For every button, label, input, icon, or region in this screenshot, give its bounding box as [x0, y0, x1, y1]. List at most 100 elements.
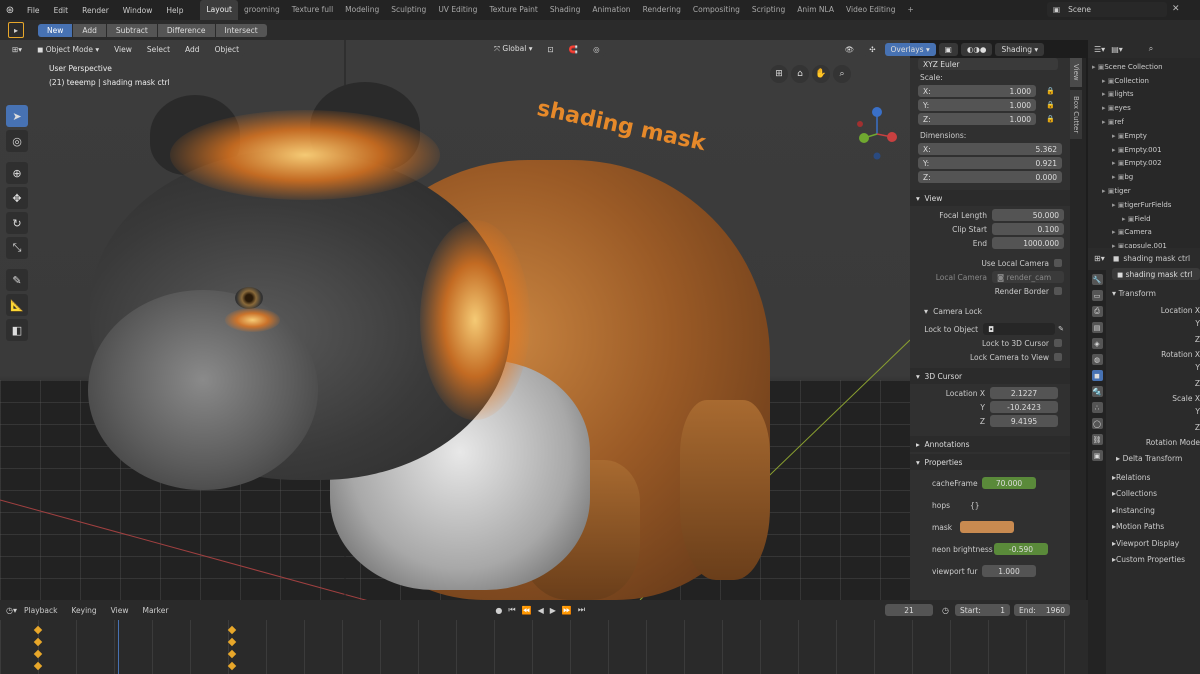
menu-render[interactable]: Render	[75, 6, 116, 15]
workspace-tab-texture-paint[interactable]: Texture Paint	[483, 0, 543, 20]
lock-to-3d-cursor-checkbox[interactable]	[1054, 339, 1062, 347]
dimensions-z-field[interactable]: Z: 0.000	[918, 171, 1062, 183]
properties-panel-header[interactable]: ▾ Properties	[910, 454, 1070, 470]
mode-intersect-button[interactable]: Intersect	[215, 23, 267, 37]
camera-view-icon[interactable]: ⌂	[791, 65, 809, 83]
transform-field-label[interactable]: Scale X	[1172, 394, 1200, 403]
property-section-header[interactable]: ▸ Custom Properties	[1112, 552, 1200, 569]
transform-field-label[interactable]: Y	[1195, 363, 1200, 372]
outliner-item[interactable]: ▸ ▣ bg	[1092, 170, 1200, 184]
end-frame-field[interactable]: End: 1960	[1014, 604, 1070, 616]
start-frame-field[interactable]: Start: 1	[955, 604, 1010, 616]
eyedropper-icon[interactable]: ✎	[1058, 325, 1064, 333]
outliner-item[interactable]: ▸ ▣ eyes	[1092, 101, 1200, 115]
workspace-tab-layout[interactable]: Layout	[200, 0, 238, 20]
pivot-icon[interactable]: ⊡	[541, 42, 560, 56]
viewport-fur-field[interactable]: 1.000	[982, 565, 1036, 577]
transform-field-label[interactable]: Location X	[1161, 306, 1200, 315]
play-icon[interactable]: ▶	[550, 606, 556, 615]
render-border-checkbox[interactable]	[1054, 287, 1062, 295]
xray-icon[interactable]: ▣	[938, 42, 958, 56]
transform-panel-header[interactable]: ▾ Transform	[1112, 286, 1200, 300]
scale-tool-icon[interactable]: ⤡	[6, 237, 28, 259]
constraints-tab-icon[interactable]: ⛓	[1091, 434, 1103, 445]
world-tab-icon[interactable]: ◍	[1091, 354, 1103, 365]
visibility-icon[interactable]: 👁	[838, 42, 861, 56]
property-section-header[interactable]: ▸ Instancing	[1112, 502, 1200, 519]
view-panel-header[interactable]: ▾ View	[910, 190, 1070, 206]
mode-difference-button[interactable]: Difference	[157, 23, 215, 37]
keyframe[interactable]	[33, 649, 43, 659]
shading-dropdown[interactable]: Shading ▾	[995, 42, 1045, 56]
lock-to-object-field[interactable]: ◘	[983, 323, 1056, 335]
transform-field-label[interactable]: Z	[1195, 335, 1200, 344]
delta-transform-header[interactable]: ▸ Delta Transform	[1112, 451, 1200, 465]
cursor-x-field[interactable]: 2.1227	[990, 387, 1058, 399]
overlays-dropdown[interactable]: Overlays ▾	[884, 42, 936, 56]
menu-help[interactable]: Help	[159, 6, 190, 15]
view-menu[interactable]: View	[108, 42, 138, 56]
workspace-tab-animation[interactable]: Animation	[586, 0, 636, 20]
property-section-header[interactable]: ▸ Collections	[1112, 486, 1200, 503]
cache-frame-field[interactable]: 70.000	[982, 477, 1036, 489]
hops-value[interactable]: {}	[970, 501, 980, 510]
use-local-camera-checkbox[interactable]	[1054, 259, 1062, 267]
jump-start-icon[interactable]: ⏮	[508, 605, 515, 615]
jump-end-icon[interactable]: ⏭	[578, 605, 585, 615]
keyframe[interactable]	[227, 637, 237, 647]
object-tab-icon[interactable]: ◼	[1091, 370, 1103, 381]
outliner-editor-icon[interactable]: ☰▾	[1094, 45, 1105, 54]
property-section-header[interactable]: ▸ Relations	[1112, 469, 1200, 486]
annotations-panel-header[interactable]: ▸ Annotations	[910, 436, 1070, 452]
lock-icon[interactable]: 🔒	[1046, 87, 1055, 95]
outliner-item[interactable]: ▸ ▣ capsule.001	[1092, 239, 1200, 248]
modifier-tab-icon[interactable]: 🔩	[1091, 386, 1103, 397]
keying-menu[interactable]: Keying	[64, 606, 103, 615]
shading-modes-icon[interactable]: ◐◑●	[960, 42, 993, 56]
outliner-item[interactable]: ▸ ▣ tigerFurFields	[1092, 198, 1200, 212]
gizmo-toggle-icon[interactable]: ✣	[863, 42, 882, 56]
dimensions-y-field[interactable]: Y: 0.921	[918, 157, 1062, 169]
menu-window[interactable]: Window	[116, 6, 160, 15]
outliner-item[interactable]: ▸ ▣ ref	[1092, 115, 1200, 129]
property-section-header[interactable]: ▸ Viewport Display	[1112, 535, 1200, 552]
output-tab-icon[interactable]: ⎙	[1091, 306, 1103, 317]
camera-lock-title[interactable]: Camera Lock	[933, 307, 982, 316]
3d-cursor-panel-header[interactable]: ▾ 3D Cursor	[910, 368, 1070, 384]
cursor-z-field[interactable]: 9.4195	[990, 415, 1058, 427]
object-mode-dropdown[interactable]: ◼ Object Mode ▾	[31, 42, 106, 56]
menu-edit[interactable]: Edit	[47, 6, 76, 15]
proportional-edit-icon[interactable]: ◎	[587, 42, 606, 56]
outliner-item[interactable]: ▸ ▣ lights	[1092, 88, 1200, 102]
next-keyframe-icon[interactable]: ⏩	[562, 606, 572, 615]
transform-field-label[interactable]: Rotation Mode	[1146, 438, 1200, 447]
playhead[interactable]	[118, 620, 119, 674]
local-camera-field[interactable]: ◙ render_cam	[992, 271, 1064, 283]
scale-x-field[interactable]: X: 1.000	[918, 85, 1036, 97]
outliner-item[interactable]: ▸ ▣ tiger	[1092, 184, 1200, 198]
properties-editor-icon[interactable]: ⊞▾	[1094, 254, 1105, 263]
render-tab-icon[interactable]: ▭	[1091, 290, 1103, 301]
add-cube-tool-icon[interactable]: ◧	[6, 319, 28, 341]
rotation-mode-dropdown[interactable]: XYZ Euler	[918, 58, 1058, 70]
dimensions-x-field[interactable]: X: 5.362	[918, 143, 1062, 155]
workspace-tab-compositing[interactable]: Compositing	[687, 0, 746, 20]
property-section-header[interactable]: ▸ Motion Paths	[1112, 519, 1200, 536]
add-menu[interactable]: Add	[179, 42, 206, 56]
blender-logo-icon[interactable]: ⊛	[0, 5, 20, 16]
clock-icon[interactable]: ◷	[942, 606, 949, 615]
lock-icon[interactable]: 🔒	[1046, 101, 1055, 109]
cursor-y-field[interactable]: -10.2423	[990, 401, 1058, 413]
transform-field-label[interactable]: Y	[1195, 319, 1200, 328]
timeline-editor-icon[interactable]: ◷▾	[6, 606, 17, 615]
close-scene-icon[interactable]: ✕	[1172, 4, 1180, 14]
clip-end-field[interactable]: 1000.000	[992, 237, 1064, 249]
playback-menu[interactable]: Playback	[17, 606, 64, 615]
workspace-tab-video-editing[interactable]: Video Editing	[840, 0, 902, 20]
keyframe[interactable]	[227, 661, 237, 671]
move-tool-icon[interactable]: ✥	[6, 187, 28, 209]
toggle-grid-icon[interactable]: ⊞	[770, 65, 788, 83]
scale-z-field[interactable]: Z: 1.000	[918, 113, 1036, 125]
mode-add-button[interactable]: Add	[73, 23, 106, 37]
3d-viewport[interactable]: shading mask User Perspective (21) teeem…	[0, 40, 910, 600]
